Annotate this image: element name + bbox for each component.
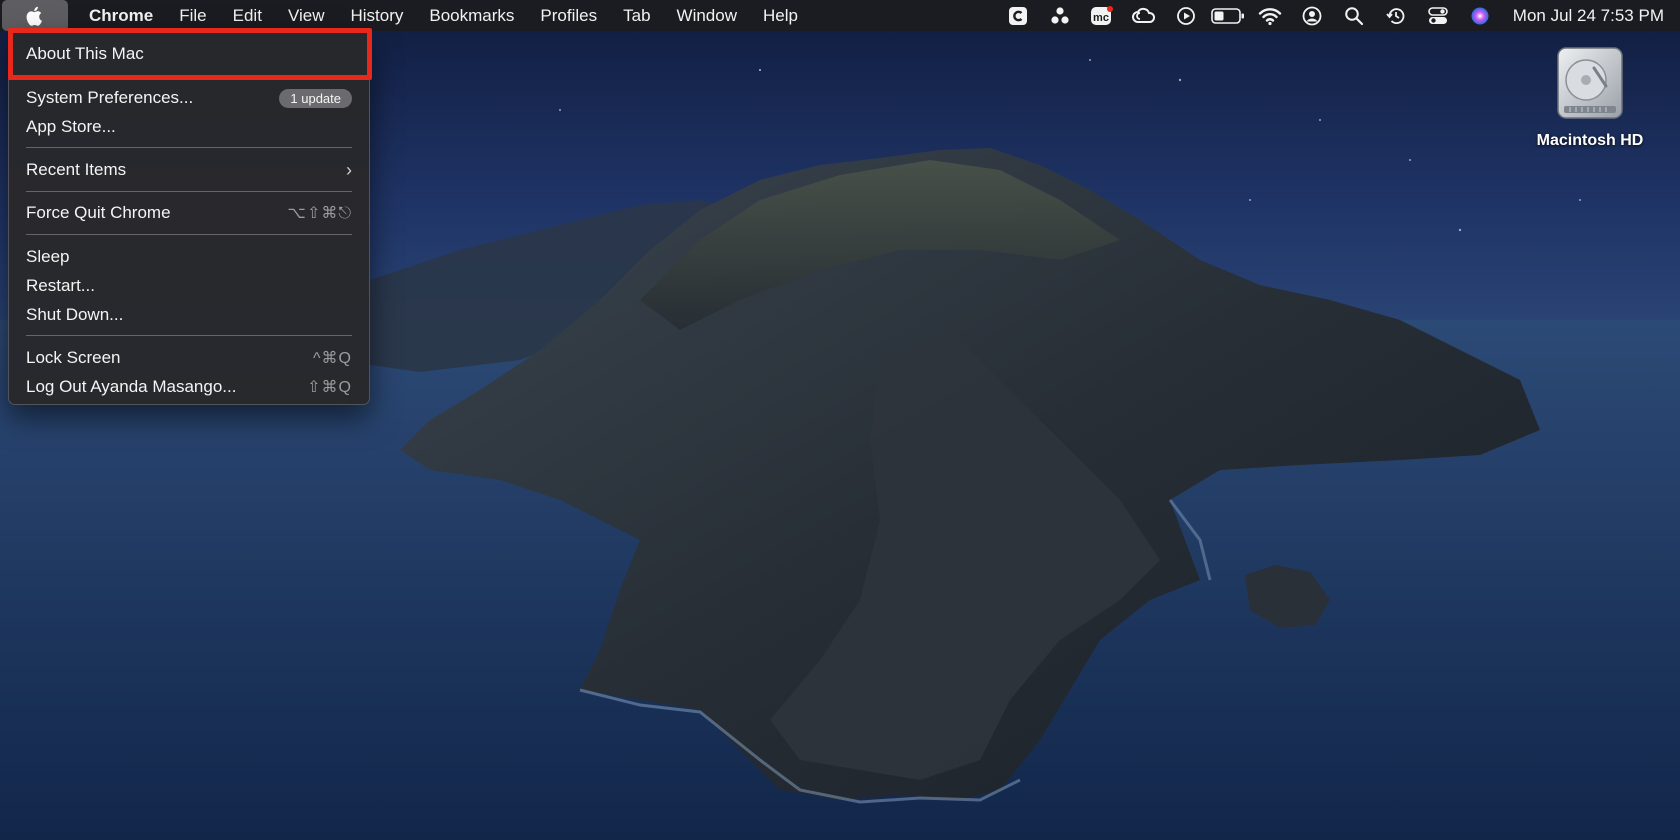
menu-edit[interactable]: Edit [220,0,275,31]
highlight-box [8,28,372,80]
menu-item-sleep[interactable]: Sleep [26,244,352,270]
menu-tab[interactable]: Tab [610,0,663,31]
menu-history[interactable]: History [337,0,416,31]
keyboard-shortcut: ^⌘Q [313,350,352,367]
battery-icon[interactable] [1207,0,1249,31]
keyboard-shortcut: ⌥⇧⌘⎋ [287,205,352,222]
menu-profiles[interactable]: Profiles [527,0,610,31]
menu-item-label: Sleep [26,247,70,266]
menu-item-system-preferences[interactable]: System Preferences... 1 update [26,85,352,111]
menu-item-shut-down[interactable]: Shut Down... [26,302,352,328]
chevron-right-icon: › [346,159,352,180]
user-circle-icon[interactable] [1291,0,1333,31]
menu-bar: Chrome File Edit View History Bookmarks … [0,0,1680,31]
apple-logo-icon [26,6,42,26]
desktop-icon-macintosh-hd[interactable]: Macintosh HD [1510,46,1670,150]
menubar-clock[interactable]: Mon Jul 24 7:53 PM [1513,6,1664,26]
menu-item-label: Lock Screen [26,348,121,367]
menu-item-restart[interactable]: Restart... [26,273,352,299]
menu-item-label: Force Quit Chrome [26,203,171,222]
play-circle-icon[interactable] [1165,0,1207,31]
apple-menu-button[interactable] [2,0,68,31]
spotlight-search-icon[interactable] [1333,0,1375,31]
menu-item-label: Recent Items [26,160,127,179]
keyboard-shortcut: ⇧⌘Q [307,379,352,396]
svg-text:mc: mc [1093,12,1109,24]
mc-app-icon[interactable]: mc [1081,0,1123,31]
menu-item-force-quit[interactable]: Force Quit Chrome ⌥⇧⌘⎋ [26,200,352,226]
menu-item-label: App Store... [26,117,116,136]
siri-icon[interactable] [1459,0,1501,31]
menu-item-lock-screen[interactable]: Lock Screen ^⌘Q [26,345,352,371]
menu-help[interactable]: Help [750,0,811,31]
menu-item-label: Restart... [26,276,95,295]
time-machine-icon[interactable] [1375,0,1417,31]
menu-item-label: Log Out Ayanda Masango... [26,377,237,396]
menu-separator [26,147,352,148]
menu-view[interactable]: View [275,0,338,31]
menu-item-log-out[interactable]: Log Out Ayanda Masango... ⇧⌘Q [26,374,352,400]
menu-item-label: System Preferences... [26,88,194,107]
clipboard-c-icon[interactable] [997,0,1039,31]
menu-item-app-store[interactable]: App Store... [26,114,352,140]
update-badge: 1 update [279,88,352,108]
app-menu-chrome[interactable]: Chrome [76,0,166,31]
menu-window[interactable]: Window [664,0,750,31]
menu-bookmarks[interactable]: Bookmarks [416,0,527,31]
menu-separator [26,234,352,235]
menu-separator [26,191,352,192]
desktop-icon-label: Macintosh HD [1536,132,1644,149]
wifi-icon[interactable] [1249,0,1291,31]
menu-item-recent-items[interactable]: Recent Items › [26,157,352,183]
creative-cloud-icon[interactable] [1123,0,1165,31]
apple-menu-dropdown: About This Mac System Preferences... 1 u… [8,30,370,405]
control-center-icon[interactable] [1417,0,1459,31]
menu-separator [26,335,352,336]
menu-file[interactable]: File [166,0,219,31]
hard-drive-icon [1557,47,1623,119]
menu-item-label: Shut Down... [26,305,124,324]
three-dots-cluster-icon[interactable] [1039,0,1081,31]
